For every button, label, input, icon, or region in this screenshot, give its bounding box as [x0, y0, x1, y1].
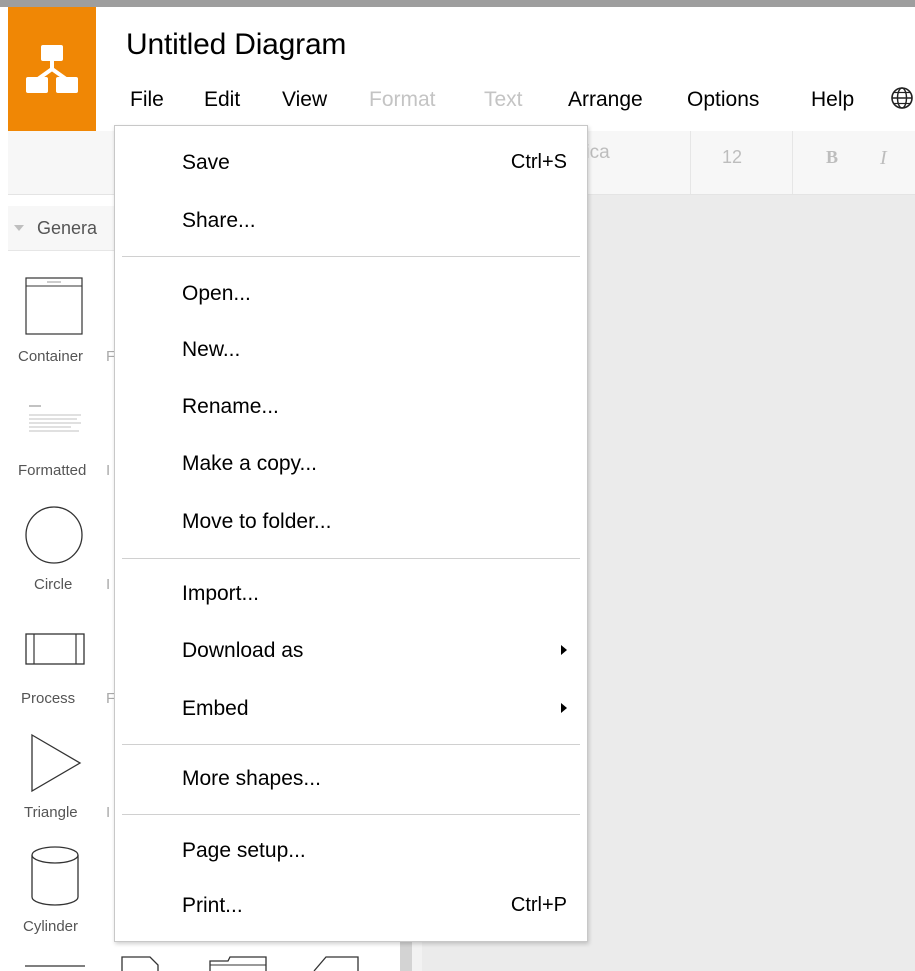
card-shape-icon[interactable] [312, 955, 362, 971]
menu-item-open[interactable]: Open... [182, 282, 251, 306]
menu-item-rename[interactable]: Rename... [182, 395, 279, 419]
menu-item-share[interactable]: Share... [182, 209, 256, 233]
menu-text[interactable]: Text [484, 88, 523, 112]
document-title[interactable]: Untitled Diagram [126, 28, 346, 62]
process-icon[interactable] [25, 633, 85, 665]
circle-icon[interactable] [24, 505, 84, 565]
menu-item-embed[interactable]: Embed [182, 697, 249, 721]
globe-icon[interactable] [890, 86, 915, 111]
menu-help[interactable]: Help [811, 88, 854, 112]
menu-item-save[interactable]: Save [182, 151, 230, 175]
collapse-triangle-icon[interactable] [14, 225, 24, 231]
shape-label-container: Container [18, 348, 84, 365]
menu-separator [122, 744, 580, 745]
menu-edit[interactable]: Edit [204, 88, 240, 112]
bold-button[interactable]: B [826, 147, 838, 168]
menu-item-page-setup[interactable]: Page setup... [182, 839, 306, 863]
toolbar-left-area [8, 131, 96, 195]
submenu-arrow-icon [561, 703, 567, 713]
shape-label-formatted: Formatted [18, 462, 87, 479]
menu-item-print[interactable]: Print... [182, 894, 243, 918]
shape-label-process: Process [21, 690, 76, 707]
formatted-text-icon[interactable] [27, 402, 85, 438]
drawio-logo-icon [26, 45, 78, 93]
shape-label-cylinder: Cylinder [23, 918, 79, 935]
menu-separator [122, 256, 580, 257]
menu-item-new[interactable]: New... [182, 338, 240, 362]
font-size-select[interactable]: 12 [722, 147, 742, 168]
menu-item-make-a-copy[interactable]: Make a copy... [182, 452, 317, 476]
menu-item-download-as[interactable]: Download as [182, 639, 303, 663]
triangle-icon[interactable] [30, 733, 84, 793]
shape-label-cut: I [106, 576, 111, 593]
toolbar-divider [792, 131, 793, 194]
menu-item-more-shapes[interactable]: More shapes... [182, 767, 321, 791]
menu-options[interactable]: Options [687, 88, 759, 112]
shape-label-cut: I [106, 462, 111, 479]
sidebar-section-title: Genera [37, 218, 98, 238]
menu-file[interactable]: File [130, 88, 164, 112]
shortcut-save: Ctrl+S [510, 151, 567, 173]
shortcut-print: Ctrl+P [510, 894, 567, 916]
partial-shape-icon[interactable] [25, 960, 85, 971]
folder-shape-icon[interactable] [208, 955, 270, 971]
file-menu-dropdown: Save Ctrl+S Share... Open... New... Rena… [114, 125, 588, 942]
italic-button[interactable]: I [880, 147, 887, 170]
shape-label-cut: I [106, 804, 111, 821]
submenu-arrow-icon [561, 645, 567, 655]
cylinder-icon[interactable] [30, 845, 80, 907]
menu-format[interactable]: Format [369, 88, 436, 112]
menu-item-move-to-folder[interactable]: Move to folder... [182, 510, 331, 534]
menu-item-import[interactable]: Import... [182, 582, 259, 606]
menu-arrange[interactable]: Arrange [568, 88, 643, 112]
menu-separator [122, 814, 580, 815]
shape-label-triangle: Triangle [24, 804, 78, 821]
menu-separator [122, 558, 580, 559]
shape-label-circle: Circle [34, 576, 73, 593]
toolbar-divider [690, 131, 691, 194]
document-shape-icon[interactable] [120, 955, 160, 971]
app-logo[interactable] [8, 7, 96, 131]
window-top-border [0, 0, 915, 7]
container-icon[interactable] [25, 277, 83, 335]
menu-view[interactable]: View [282, 88, 327, 112]
